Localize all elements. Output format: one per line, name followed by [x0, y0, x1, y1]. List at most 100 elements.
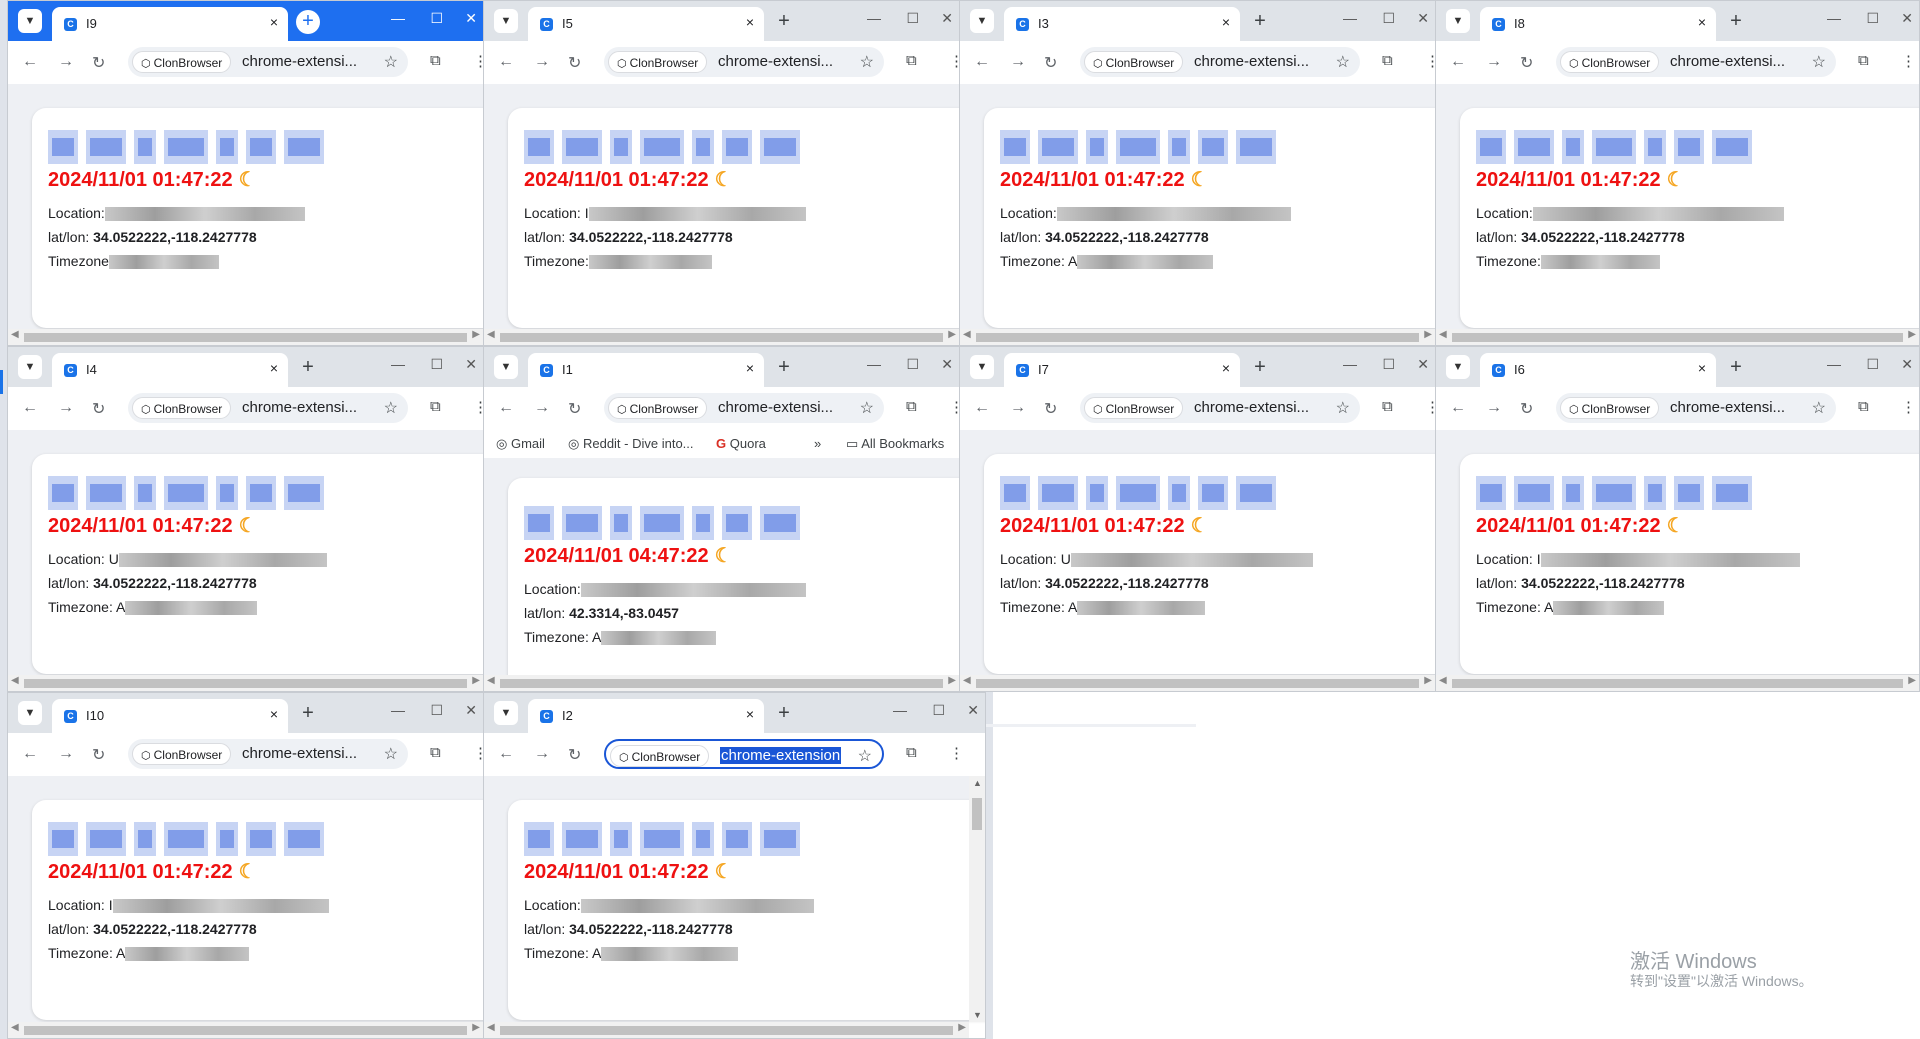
forward-arrow-icon[interactable]: → [1010, 399, 1026, 417]
maximize-icon[interactable]: ☐ [906, 10, 919, 27]
more-menu-icon[interactable]: ⋮ [949, 744, 964, 762]
tab-8[interactable]: C I10 × [52, 699, 288, 733]
back-arrow-icon[interactable]: ← [22, 745, 38, 763]
bookmark-star-icon[interactable]: ☆ [384, 398, 398, 418]
extensions-puzzle-icon[interactable]: ⧉ [906, 744, 917, 761]
maximize-icon[interactable]: ☐ [906, 356, 919, 373]
new-tab-button[interactable]: + [772, 10, 796, 34]
bookmark-star-icon[interactable]: ☆ [860, 52, 874, 72]
maximize-icon[interactable]: ☐ [430, 10, 443, 27]
vertical-scrollbar[interactable]: ▲ ▼ [969, 776, 985, 1022]
reload-icon[interactable]: ↻ [1520, 399, 1533, 419]
clonbrowser-chip[interactable]: ⬡ ClonBrowser [132, 743, 232, 765]
reload-icon[interactable]: ↻ [92, 399, 105, 419]
horizontal-scrollbar[interactable]: ◀ ▶ [484, 1022, 969, 1038]
forward-arrow-icon[interactable]: → [1486, 53, 1502, 71]
reload-icon[interactable]: ↻ [1520, 53, 1533, 73]
tab-close-icon[interactable]: × [1698, 360, 1706, 376]
tab-3[interactable]: C I8 × [1480, 7, 1716, 41]
tab-close-icon[interactable]: × [1222, 14, 1230, 30]
maximize-icon[interactable]: ☐ [430, 356, 443, 373]
scroll-left-icon[interactable]: ◀ [487, 1022, 495, 1033]
new-tab-button[interactable]: + [296, 10, 320, 34]
forward-arrow-icon[interactable]: → [1486, 399, 1502, 417]
minimize-icon[interactable]: — [893, 702, 907, 718]
tab-close-icon[interactable]: × [746, 706, 754, 722]
url-text[interactable]: chrome-extensi... [242, 53, 357, 70]
scrollbar-thumb[interactable] [1452, 679, 1903, 688]
title-bar[interactable]: ▼ C I5 × + — ☐ ✕ [484, 1, 959, 41]
tab-1[interactable]: C I5 × [528, 7, 764, 41]
close-window-icon[interactable]: ✕ [1901, 356, 1913, 373]
close-window-icon[interactable]: ✕ [941, 356, 953, 373]
scroll-right-icon[interactable]: ▶ [958, 1022, 966, 1033]
back-arrow-icon[interactable]: ← [974, 399, 990, 417]
back-arrow-icon[interactable]: ← [974, 53, 990, 71]
bookmark-star-icon[interactable]: ☆ [1812, 52, 1826, 72]
scroll-up-icon[interactable]: ▲ [973, 778, 982, 788]
bookmark-star-icon[interactable]: ☆ [1812, 398, 1826, 418]
horizontal-scrollbar[interactable]: ◀ ▶ [8, 1022, 483, 1038]
maximize-icon[interactable]: ☐ [430, 702, 443, 719]
scrollbar-thumb[interactable] [972, 798, 982, 830]
title-bar[interactable]: ▼ C I10 × + — ☐ ✕ [8, 693, 483, 733]
title-bar[interactable]: ▼ C I4 × + — ☐ ✕ [8, 347, 483, 387]
horizontal-scrollbar[interactable]: ◀ ▶ [960, 329, 1435, 345]
new-tab-button[interactable]: + [1724, 10, 1748, 34]
browser-window[interactable]: ▼ C I5 × + — ☐ ✕ ← → ↻ ⬡ ClonBrowser chro… [483, 0, 960, 346]
tab-close-icon[interactable]: × [746, 360, 754, 376]
reload-icon[interactable]: ↻ [568, 745, 581, 765]
close-window-icon[interactable]: ✕ [941, 10, 953, 27]
tab-close-icon[interactable]: × [270, 706, 278, 722]
extensions-puzzle-icon[interactable]: ⧉ [906, 398, 917, 415]
browser-window[interactable]: ▼ C I4 × + — ☐ ✕ ← → ↻ ⬡ ClonBrowser chro… [7, 346, 484, 692]
scroll-down-icon[interactable]: ▼ [973, 1010, 982, 1020]
scroll-right-icon[interactable]: ▶ [1908, 329, 1916, 340]
scroll-left-icon[interactable]: ◀ [11, 1022, 19, 1033]
maximize-icon[interactable]: ☐ [1382, 10, 1395, 27]
address-bar[interactable]: ⬡ ClonBrowser chrome-extensi... ☆ [128, 393, 408, 423]
back-arrow-icon[interactable]: ← [22, 399, 38, 417]
scroll-left-icon[interactable]: ◀ [963, 675, 971, 686]
tab-5[interactable]: C I1 × [528, 353, 764, 387]
minimize-icon[interactable]: — [1343, 356, 1357, 372]
forward-arrow-icon[interactable]: → [58, 53, 74, 71]
reload-icon[interactable]: ↻ [1044, 53, 1057, 73]
close-window-icon[interactable]: ✕ [465, 10, 477, 27]
browser-window[interactable]: ▼ C I7 × + — ☐ ✕ ← → ↻ ⬡ ClonBrowser chro… [959, 346, 1436, 692]
address-bar[interactable]: ⬡ ClonBrowser chrome-extensi... ☆ [1556, 393, 1836, 423]
scroll-right-icon[interactable]: ▶ [472, 675, 480, 686]
tab-close-icon[interactable]: × [270, 14, 278, 30]
bookmark-reddit[interactable]: ◎ Reddit - Dive into... [568, 436, 694, 452]
browser-window[interactable]: ▼ C I8 × + — ☐ ✕ ← → ↻ ⬡ ClonBrowser chro… [1435, 0, 1920, 346]
bookmark-star-icon[interactable]: ☆ [858, 746, 872, 766]
scroll-right-icon[interactable]: ▶ [948, 675, 956, 686]
close-window-icon[interactable]: ✕ [967, 702, 979, 719]
maximize-icon[interactable]: ☐ [1382, 356, 1395, 373]
horizontal-scrollbar[interactable]: ◀ ▶ [8, 329, 483, 345]
minimize-icon[interactable]: — [391, 702, 405, 718]
browser-window[interactable]: ▼ C I6 × + — ☐ ✕ ← → ↻ ⬡ ClonBrowser chro… [1435, 346, 1920, 692]
back-arrow-icon[interactable]: ← [22, 53, 38, 71]
tab-search-button[interactable]: ▼ [18, 9, 42, 33]
extensions-puzzle-icon[interactable]: ⧉ [430, 744, 441, 761]
new-tab-button[interactable]: + [296, 702, 320, 726]
extensions-puzzle-icon[interactable]: ⧉ [1858, 52, 1869, 69]
extensions-puzzle-icon[interactable]: ⧉ [1382, 52, 1393, 69]
all-bookmarks[interactable]: ▭ All Bookmarks [846, 436, 944, 452]
horizontal-scrollbar[interactable]: ◀ ▶ [484, 329, 959, 345]
back-arrow-icon[interactable]: ← [498, 745, 514, 763]
scrollbar-thumb[interactable] [976, 679, 1419, 688]
new-tab-button[interactable]: + [772, 356, 796, 380]
address-bar[interactable]: ⬡ ClonBrowser chrome-extensi... ☆ [1080, 393, 1360, 423]
clonbrowser-chip[interactable]: ⬡ ClonBrowser [132, 51, 232, 73]
browser-window[interactable]: ▼ C I1 × + — ☐ ✕ ← → ↻ ⬡ ClonBrowser chro… [483, 346, 960, 692]
scroll-left-icon[interactable]: ◀ [487, 329, 495, 340]
scroll-right-icon[interactable]: ▶ [1908, 675, 1916, 686]
more-menu-icon[interactable]: ⋮ [1901, 398, 1916, 416]
tab-search-button[interactable]: ▼ [1446, 355, 1470, 379]
horizontal-scrollbar[interactable]: ◀ ▶ [8, 675, 483, 691]
extensions-puzzle-icon[interactable]: ⧉ [1858, 398, 1869, 415]
close-window-icon[interactable]: ✕ [1901, 10, 1913, 27]
clonbrowser-chip[interactable]: ⬡ ClonBrowser [1084, 397, 1184, 419]
